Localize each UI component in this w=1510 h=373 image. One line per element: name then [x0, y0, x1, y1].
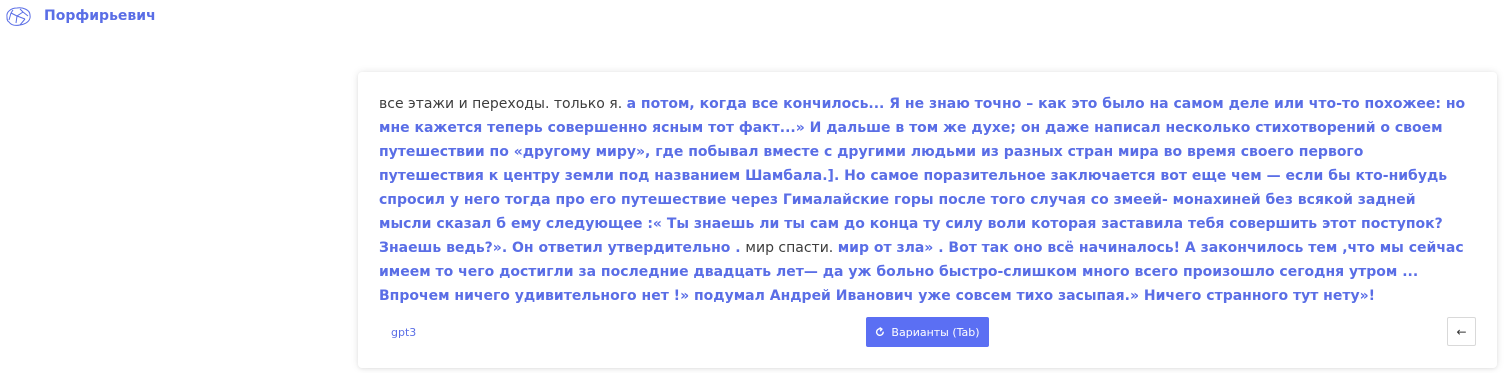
editor-text[interactable]: все этажи и переходы. только я. а потом,…	[379, 92, 1469, 308]
refresh-icon	[875, 327, 885, 337]
prompt-segment: мир спасти.	[745, 240, 838, 256]
brand-name[interactable]: Порфирьевич	[44, 8, 156, 24]
arrow-left-icon: ←	[1456, 324, 1467, 339]
generated-segment: а потом, когда все кончилось... Я не зна…	[379, 96, 1466, 256]
variants-button[interactable]: Варианты (Tab)	[866, 317, 989, 347]
variants-label: Варианты (Tab)	[891, 325, 980, 339]
prompt-segment: все этажи и переходы. только я.	[379, 96, 627, 112]
back-button[interactable]: ←	[1447, 317, 1476, 346]
model-label[interactable]: gpt3	[391, 326, 416, 339]
brain-icon[interactable]	[3, 5, 33, 29]
editor-card: все этажи и переходы. только я. а потом,…	[358, 72, 1497, 368]
